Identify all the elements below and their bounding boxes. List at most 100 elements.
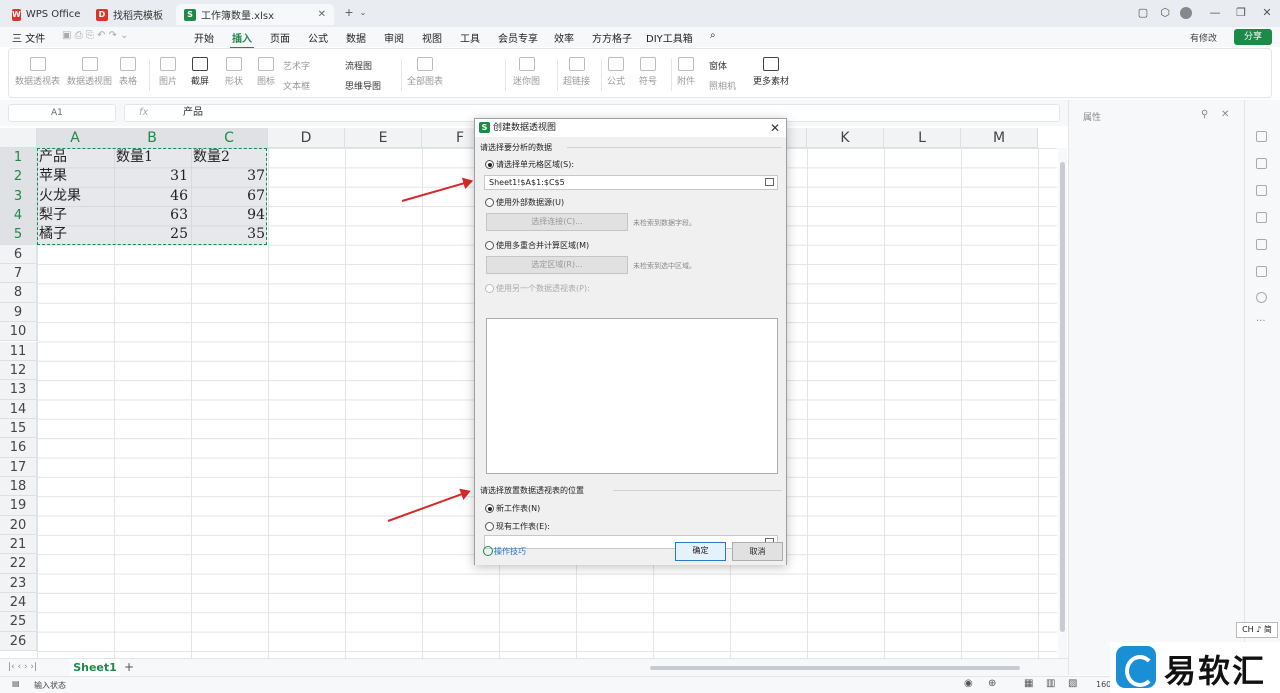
tab-docer-templates[interactable]: D 找稻壳模板	[88, 4, 172, 25]
row-header-23[interactable]: 23	[0, 573, 37, 594]
new-tab-icon[interactable]: +	[342, 6, 356, 20]
row-header-17[interactable]: 17	[0, 457, 37, 477]
avatar[interactable]	[1180, 7, 1192, 19]
radio-multiple-consolidation[interactable]: 使用多重合并计算区域(M)	[485, 240, 589, 251]
row-header-3[interactable]: 3	[0, 186, 37, 207]
sparkline-button[interactable]: 迷你图	[513, 57, 540, 87]
minimize-icon[interactable]: —	[1208, 6, 1222, 20]
select-area-button[interactable]: 选定区域(R)...	[486, 256, 628, 274]
cancel-button[interactable]: 取消	[732, 542, 783, 561]
cell-b3[interactable]: 46	[114, 187, 190, 206]
modified-indicator[interactable]: 有修改	[1190, 31, 1217, 44]
shape-button[interactable]: 形状	[225, 57, 243, 87]
help-icon[interactable]	[1256, 292, 1267, 303]
vertical-scrollbar[interactable]	[1058, 148, 1067, 658]
row-header-8[interactable]: 8	[0, 283, 37, 303]
cursor-tool-icon[interactable]	[1256, 131, 1267, 142]
menu-item-insert[interactable]: 插入	[230, 30, 254, 49]
add-sheet-button[interactable]: +	[124, 660, 134, 674]
icon-button[interactable]: 图标	[257, 57, 275, 87]
menu-item-review[interactable]: 审阅	[384, 30, 404, 45]
menu-item-home[interactable]: 开始	[194, 30, 214, 45]
tab-wps-office[interactable]: W WPS Office	[4, 4, 84, 25]
row-header-24[interactable]: 24	[0, 593, 37, 613]
row-header-1[interactable]: 1	[0, 148, 37, 168]
ok-button[interactable]: 确定	[675, 542, 726, 561]
pivot-table-list[interactable]	[486, 318, 778, 474]
cell-c4[interactable]: 94	[191, 206, 267, 225]
menu-item-tools[interactable]: 工具	[460, 30, 480, 45]
table-button[interactable]: 表格	[119, 57, 137, 87]
row-header-2[interactable]: 2	[0, 167, 37, 187]
form-button[interactable]: 窗体	[709, 59, 727, 72]
close-window-icon[interactable]: ✕	[1260, 6, 1274, 20]
page-layout-icon[interactable]: ▥	[1046, 678, 1055, 689]
camera-button[interactable]: 照相机	[709, 79, 736, 92]
image-tool-icon[interactable]	[1256, 212, 1267, 223]
cell-c5[interactable]: 35	[191, 225, 267, 244]
share-button[interactable]: 分享	[1234, 29, 1272, 45]
note-tool-icon[interactable]	[1256, 185, 1267, 196]
cell-c2[interactable]: 37	[191, 167, 267, 186]
column-header-k[interactable]: K	[807, 128, 884, 148]
row-header-4[interactable]: 4	[0, 206, 37, 226]
page-break-icon[interactable]: ▧	[1068, 678, 1077, 689]
attachment-button[interactable]: 附件	[677, 57, 695, 87]
symbol-button[interactable]: 符号	[639, 57, 657, 87]
column-header-d[interactable]: D	[268, 128, 345, 148]
mindmap-button[interactable]: 思维导图	[345, 79, 381, 92]
settings-tool-icon[interactable]	[1256, 158, 1267, 169]
row-header-25[interactable]: 25	[0, 612, 37, 632]
row-header-15[interactable]: 15	[0, 418, 37, 439]
menu-item-member[interactable]: 会员专享	[498, 30, 538, 45]
file-menu[interactable]: 三 文件	[12, 30, 45, 45]
textbox-button[interactable]: 文本框	[283, 79, 310, 92]
operation-tips-link[interactable]: 操作技巧	[483, 546, 526, 557]
cube-icon[interactable]: ⬡	[1158, 6, 1172, 20]
range-input[interactable]: Sheet1!$A$1:$C$5	[484, 175, 778, 190]
row-header-22[interactable]: 22	[0, 554, 37, 574]
picture-button[interactable]: 图片	[159, 57, 177, 87]
sheet-tab-sheet1[interactable]: Sheet1	[70, 659, 120, 676]
cell-a2[interactable]: 苹果	[37, 167, 113, 186]
menu-item-view[interactable]: 视图	[422, 30, 442, 45]
radio-other-pivot[interactable]: 使用另一个数据透视表(P):	[485, 283, 590, 294]
eye-icon[interactable]: ◉	[964, 678, 973, 689]
restore-icon[interactable]: ❐	[1234, 6, 1248, 20]
menu-item-ffgz[interactable]: 方方格子	[592, 30, 632, 45]
row-header-20[interactable]: 20	[0, 515, 37, 535]
flowchart-button[interactable]: 流程图	[345, 59, 372, 72]
cell-b4[interactable]: 63	[114, 206, 190, 225]
fx-icon[interactable]: fx	[139, 105, 148, 121]
column-header-b[interactable]: B	[114, 128, 191, 148]
select-all-corner[interactable]	[0, 128, 37, 148]
row-header-12[interactable]: 12	[0, 360, 37, 381]
range-picker-icon[interactable]	[765, 178, 774, 186]
cell-a1[interactable]: 产品	[37, 148, 113, 167]
row-header-18[interactable]: 18	[0, 476, 37, 497]
radio-cell-range[interactable]: 请选择单元格区域(S):	[485, 159, 574, 170]
close-tab-icon[interactable]: ✕	[318, 9, 326, 20]
ime-indicator[interactable]: CH ♪ 简	[1236, 622, 1278, 638]
menu-item-page[interactable]: 页面	[270, 30, 290, 45]
scroll-thumb[interactable]	[1060, 162, 1065, 632]
book-icon[interactable]	[1256, 266, 1267, 277]
hyperlink-button[interactable]: 超链接	[563, 57, 590, 87]
window-layout-icon[interactable]: ▢	[1136, 6, 1150, 20]
cell-b2[interactable]: 31	[114, 167, 190, 186]
normal-view-icon[interactable]: ▦	[1024, 678, 1033, 689]
row-header-10[interactable]: 10	[0, 322, 37, 342]
cell-b1[interactable]: 数量1	[114, 148, 190, 167]
row-header-7[interactable]: 7	[0, 264, 37, 284]
column-header-a[interactable]: A	[37, 128, 114, 148]
menu-item-diy[interactable]: DIY工具箱	[646, 30, 693, 45]
radio-existing-sheet[interactable]: 现有工作表(E):	[485, 521, 550, 532]
menu-item-formula[interactable]: 公式	[308, 30, 328, 45]
cell-a4[interactable]: 梨子	[37, 206, 113, 225]
pivot-chart-button[interactable]: 数据透视图	[67, 57, 112, 87]
horizontal-scrollbar[interactable]	[650, 666, 1020, 670]
zoom-level[interactable]: 160	[1096, 680, 1111, 689]
sheet-nav-icons[interactable]: |‹ ‹ › ›|	[8, 662, 37, 672]
name-box[interactable]: A1	[8, 104, 116, 122]
row-header-14[interactable]: 14	[0, 399, 37, 419]
